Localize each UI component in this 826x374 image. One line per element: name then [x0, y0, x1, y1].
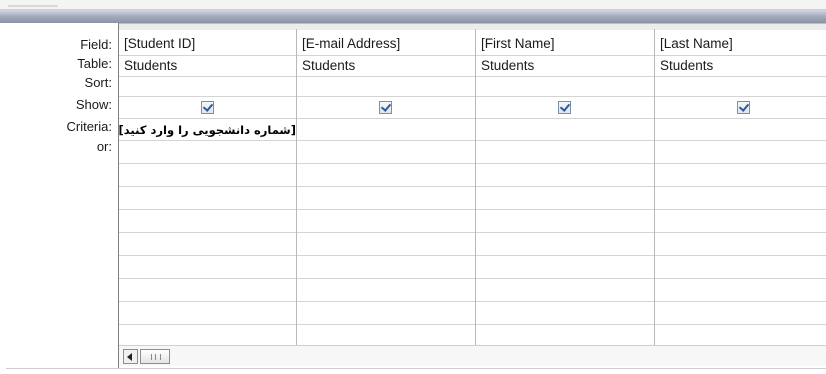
empty-criteria-cell[interactable]: [476, 210, 654, 233]
empty-criteria-cell[interactable]: [119, 210, 296, 233]
table-cell[interactable]: Students: [655, 56, 826, 77]
table-cell[interactable]: Students: [119, 56, 296, 77]
empty-criteria-cell[interactable]: [476, 256, 654, 279]
row-label-table: Table:: [77, 56, 112, 71]
sort-cell[interactable]: [655, 77, 826, 97]
checkbox-checked-icon[interactable]: [737, 101, 750, 114]
empty-criteria-cell[interactable]: [297, 256, 475, 279]
left-arrow-icon[interactable]: [123, 349, 138, 364]
empty-criteria-cell[interactable]: [297, 187, 475, 210]
empty-criteria-cell[interactable]: [655, 210, 826, 233]
field-cell[interactable]: [E-mail Address]: [297, 33, 475, 56]
field-cell[interactable]: [Last Name]: [655, 33, 826, 56]
empty-criteria-cell[interactable]: [297, 164, 475, 187]
pane-splitter-bar[interactable]: [0, 9, 826, 23]
row-selector-labels: Field: Table: Sort: Show: Criteria: or:: [6, 23, 118, 374]
empty-criteria-cell[interactable]: [119, 233, 296, 256]
criteria-cell[interactable]: [655, 119, 826, 141]
empty-criteria-cell[interactable]: [476, 279, 654, 302]
row-label-criteria: Criteria:: [66, 119, 112, 134]
query-design-grid: Field: Table: Sort: Show: Criteria: or: …: [6, 23, 826, 374]
checkbox-checked-icon[interactable]: [558, 101, 571, 114]
grid-column-first-name[interactable]: [First Name] Students: [476, 29, 655, 348]
empty-criteria-cell[interactable]: [119, 164, 296, 187]
table-pane-fragment: [8, 5, 58, 7]
empty-criteria-cell[interactable]: [297, 233, 475, 256]
empty-criteria-cell[interactable]: [476, 302, 654, 325]
empty-criteria-cell[interactable]: [655, 302, 826, 325]
grid-column-email[interactable]: [E-mail Address] Students: [297, 29, 476, 348]
or-cell[interactable]: [655, 141, 826, 164]
query-design-window: Field: Table: Sort: Show: Criteria: or: …: [0, 0, 826, 374]
empty-criteria-cell[interactable]: [655, 256, 826, 279]
or-cell[interactable]: [119, 141, 296, 164]
sort-cell[interactable]: [119, 77, 296, 97]
field-cell[interactable]: [First Name]: [476, 33, 654, 56]
show-cell[interactable]: [119, 97, 296, 119]
empty-criteria-cell[interactable]: [119, 279, 296, 302]
table-cell[interactable]: Students: [297, 56, 475, 77]
criteria-cell[interactable]: [شماره دانشجویی را وارد کنید]: [119, 119, 296, 141]
design-grid-columns: [Student ID] Students [شماره دانشجویی را…: [118, 23, 826, 368]
empty-criteria-cell[interactable]: [655, 164, 826, 187]
row-label-or: or:: [96, 139, 112, 154]
grid-column-last-name[interactable]: [Last Name] Students: [655, 29, 826, 348]
field-cell[interactable]: [Student ID]: [119, 33, 296, 56]
row-label-field: Field:: [80, 37, 112, 52]
grid-column-student-id[interactable]: [Student ID] Students [شماره دانشجویی را…: [119, 29, 297, 348]
table-cell[interactable]: Students: [476, 56, 654, 77]
sort-cell[interactable]: [476, 77, 654, 97]
empty-criteria-cell[interactable]: [297, 279, 475, 302]
grid-bottom-border: [6, 368, 826, 369]
empty-criteria-cell[interactable]: [476, 164, 654, 187]
empty-criteria-cell[interactable]: [476, 187, 654, 210]
checkbox-checked-icon[interactable]: [379, 101, 392, 114]
empty-criteria-cell[interactable]: [655, 187, 826, 210]
empty-criteria-cell[interactable]: [655, 233, 826, 256]
show-cell[interactable]: [655, 97, 826, 119]
sort-cell[interactable]: [297, 77, 475, 97]
criteria-cell[interactable]: [476, 119, 654, 141]
scroll-thumb-grip-icon[interactable]: [140, 349, 170, 364]
empty-criteria-cell[interactable]: [297, 302, 475, 325]
empty-criteria-cell[interactable]: [476, 233, 654, 256]
checkbox-checked-icon[interactable]: [201, 101, 214, 114]
table-pane-edge: [0, 0, 826, 9]
show-cell[interactable]: [297, 97, 475, 119]
or-cell[interactable]: [476, 141, 654, 164]
empty-criteria-cell[interactable]: [119, 302, 296, 325]
empty-criteria-cell[interactable]: [119, 256, 296, 279]
or-cell[interactable]: [297, 141, 475, 164]
empty-criteria-cell[interactable]: [297, 210, 475, 233]
empty-criteria-cell[interactable]: [655, 279, 826, 302]
row-label-sort: Sort:: [84, 75, 112, 90]
show-cell[interactable]: [476, 97, 654, 119]
row-label-show: Show:: [75, 97, 112, 112]
criteria-cell[interactable]: [297, 119, 475, 141]
empty-criteria-cell[interactable]: [119, 187, 296, 210]
horizontal-scrollbar[interactable]: [119, 345, 826, 366]
